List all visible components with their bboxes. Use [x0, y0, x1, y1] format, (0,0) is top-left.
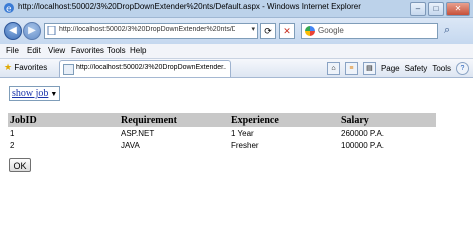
column-header-jobid: JobID	[8, 113, 119, 127]
column-header-requirement: Requirement	[119, 113, 229, 127]
close-button[interactable]: ✕	[446, 2, 470, 16]
search-placeholder: Google	[318, 26, 344, 35]
column-header-salary: Salary	[339, 113, 436, 127]
column-header-experience: Experience	[229, 113, 339, 127]
cell-requirement: JAVA	[121, 140, 140, 150]
cell-requirement: ASP.NET	[121, 128, 155, 138]
home-icon[interactable]: ⌂	[326, 62, 340, 75]
show-job-dropdown[interactable]: show job ▼	[9, 86, 61, 101]
cell-salary: 260000 P.A.	[341, 128, 385, 138]
tab-title: http://localhost:50002/3%20DropDownExten…	[76, 64, 226, 71]
ok-button[interactable]: OK	[9, 158, 31, 172]
search-box[interactable]: Google	[301, 23, 438, 39]
window-title: http://localhost:50002/3%20DropDownExten…	[18, 2, 361, 11]
back-icon[interactable]: ◀	[4, 22, 22, 40]
svg-text:e: e	[6, 5, 12, 15]
forward-icon[interactable]: ▶	[23, 22, 41, 40]
page-menu[interactable]: Page	[381, 64, 400, 73]
feeds-icon[interactable]: ≡	[344, 62, 358, 75]
table-row: 1 ASP.NET 1 Year 260000 P.A.	[8, 127, 436, 139]
print-icon[interactable]: ▤	[362, 62, 376, 75]
maximize-button[interactable]: □	[428, 2, 444, 16]
show-job-label: show job	[12, 88, 49, 99]
google-icon	[305, 26, 315, 36]
menu-view[interactable]: View	[48, 46, 65, 55]
refresh-icon[interactable]: ⟳	[260, 23, 276, 39]
menu-file[interactable]: File	[6, 46, 19, 55]
address-dropdown-icon[interactable]: ▾	[251, 25, 255, 33]
menu-tools[interactable]: Tools	[107, 46, 126, 55]
cell-salary: 100000 P.A.	[341, 140, 385, 150]
favorites-button[interactable]: ★ Favorites	[4, 62, 47, 73]
tools-menu[interactable]: Tools	[432, 64, 451, 73]
address-row: ◀ ▶ http://localhost:50002/3%20DropDownE…	[0, 18, 473, 44]
page-icon	[47, 26, 56, 35]
help-icon[interactable]: ?	[456, 62, 469, 75]
page-content: show job ▼ JobID Requirement Experience S…	[0, 78, 473, 206]
table-row: 2 JAVA Fresher 100000 P.A.	[8, 139, 436, 151]
browser-tab[interactable]: http://localhost:50002/3%20DropDownExten…	[59, 60, 231, 77]
address-url: http://localhost:50002/3%20DropDownExten…	[59, 26, 235, 33]
menu-bar: File Edit View Favorites Tools Help	[0, 44, 473, 59]
chevron-down-icon: ▼	[50, 90, 58, 98]
ie-icon: e	[4, 3, 14, 15]
cell-experience: 1 Year	[231, 128, 254, 138]
cell-jobid: 1	[10, 128, 15, 138]
menu-favorites[interactable]: Favorites	[71, 46, 104, 55]
window-titlebar: e http://localhost:50002/3%20DropDownExt…	[0, 0, 473, 18]
address-bar[interactable]: http://localhost:50002/3%20DropDownExten…	[44, 23, 258, 39]
tab-page-icon	[63, 64, 74, 75]
table-header-row: JobID Requirement Experience Salary	[8, 113, 436, 127]
jobs-table: JobID Requirement Experience Salary 1 AS…	[8, 113, 436, 151]
star-icon: ★	[4, 62, 13, 72]
cell-experience: Fresher	[231, 140, 259, 150]
safety-menu[interactable]: Safety	[405, 64, 428, 73]
search-icon[interactable]: ⌕	[444, 24, 450, 37]
favorites-label: Favorites	[14, 63, 48, 72]
command-row: ★ Favorites http://localhost:50002/3%20D…	[0, 59, 473, 78]
cell-jobid: 2	[10, 140, 15, 150]
menu-edit[interactable]: Edit	[27, 46, 41, 55]
stop-icon[interactable]: ✕	[279, 23, 295, 39]
minimize-button[interactable]: –	[410, 2, 426, 16]
menu-help[interactable]: Help	[130, 46, 146, 55]
